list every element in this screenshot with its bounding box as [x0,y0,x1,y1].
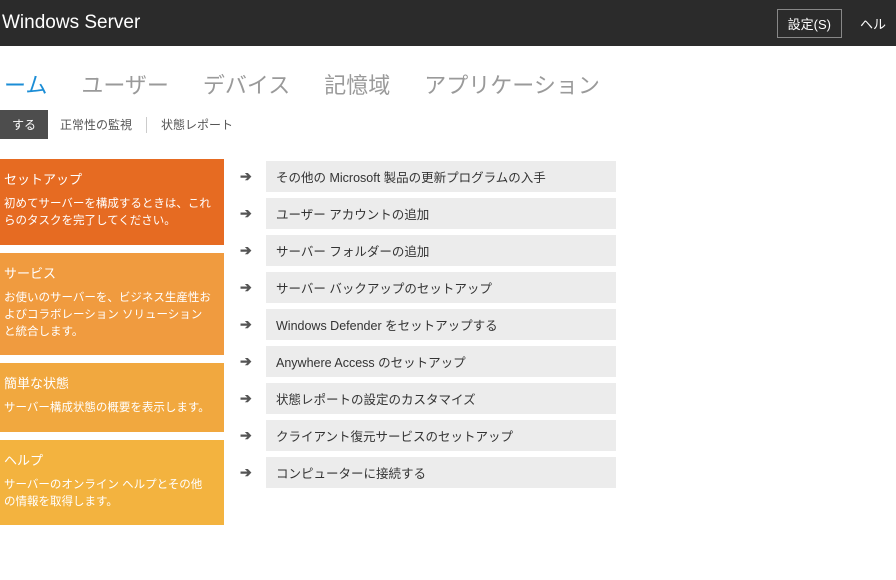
card-title: 簡単な状態 [4,373,212,392]
card-title: ヘルプ [4,450,212,469]
card-title: サービス [4,263,212,282]
task-list: ➔ その他の Microsoft 製品の更新プログラムの入手 ➔ ユーザー アカ… [240,159,896,525]
task-add-user[interactable]: ➔ ユーザー アカウントの追加 [240,198,616,229]
nav-tab-users[interactable]: ユーザー [81,68,169,100]
card-setup[interactable]: セットアップ 初めてサーバーを構成するときは、これらのタスクを完了してください。 [0,159,224,245]
task-setup-anywhere-access[interactable]: ➔ Anywhere Access のセットアップ [240,346,616,377]
content-area: セットアップ 初めてサーバーを構成するときは、これらのタスクを完了してください。… [0,159,896,525]
app-title: Windows Server [2,12,140,34]
nav-tab-home[interactable]: ーム [4,68,47,100]
arrow-right-icon: ➔ [240,168,256,185]
nav-tab-devices[interactable]: デバイス [203,68,290,100]
task-connect-computer[interactable]: ➔ コンピューターに接続する [240,457,616,488]
task-label: サーバー フォルダーの追加 [266,235,616,266]
subnav-item-setup[interactable]: する [0,110,48,139]
arrow-right-icon: ➔ [240,316,256,333]
settings-button[interactable]: 設定(S) [777,9,842,38]
task-customize-report[interactable]: ➔ 状態レポートの設定のカスタマイズ [240,383,616,414]
card-help[interactable]: ヘルプ サーバーのオンライン ヘルプとその他の情報を取得します。 [0,440,224,526]
task-label: Anywhere Access のセットアップ [266,346,616,377]
card-services[interactable]: サービス お使いのサーバーを、ビジネス生産性およびコラボレーション ソリューショ… [0,253,224,356]
card-desc: サーバーのオンライン ヘルプとその他の情報を取得します。 [4,477,212,512]
task-label: Windows Defender をセットアップする [266,309,616,340]
arrow-right-icon: ➔ [240,205,256,222]
titlebar: Windows Server 設定(S) ヘル [0,0,896,46]
subnav-divider [146,117,147,133]
nav-tab-storage[interactable]: 記憶域 [324,68,390,100]
subnav-item-health[interactable]: 正常性の監視 [48,110,144,139]
category-column: セットアップ 初めてサーバーを構成するときは、これらのタスクを完了してください。… [0,159,224,525]
card-status[interactable]: 簡単な状態 サーバー構成状態の概要を表示します。 [0,363,224,431]
task-setup-backup[interactable]: ➔ サーバー バックアップのセットアップ [240,272,616,303]
arrow-right-icon: ➔ [240,279,256,296]
subnav-item-report[interactable]: 状態レポート [149,110,245,139]
task-label: その他の Microsoft 製品の更新プログラムの入手 [266,161,616,192]
task-label: ユーザー アカウントの追加 [266,198,616,229]
task-setup-client-restore[interactable]: ➔ クライアント復元サービスのセットアップ [240,420,616,451]
card-desc: サーバー構成状態の概要を表示します。 [4,400,212,417]
main-nav: ーム ユーザー デバイス 記憶域 アプリケーション [0,46,896,110]
arrow-right-icon: ➔ [240,464,256,481]
task-setup-defender[interactable]: ➔ Windows Defender をセットアップする [240,309,616,340]
nav-tab-applications[interactable]: アプリケーション [424,68,600,100]
card-title: セットアップ [4,169,212,188]
task-label: 状態レポートの設定のカスタマイズ [266,383,616,414]
task-add-folder[interactable]: ➔ サーバー フォルダーの追加 [240,235,616,266]
titlebar-right: 設定(S) ヘル [777,9,886,38]
arrow-right-icon: ➔ [240,353,256,370]
task-label: コンピューターに接続する [266,457,616,488]
card-desc: 初めてサーバーを構成するときは、これらのタスクを完了してください。 [4,196,212,231]
task-get-updates[interactable]: ➔ その他の Microsoft 製品の更新プログラムの入手 [240,161,616,192]
arrow-right-icon: ➔ [240,242,256,259]
task-label: クライアント復元サービスのセットアップ [266,420,616,451]
help-link[interactable]: ヘル [860,14,886,33]
card-desc: お使いのサーバーを、ビジネス生産性およびコラボレーション ソリューションと統合し… [4,290,212,342]
sub-nav: する 正常性の監視 状態レポート [0,110,896,139]
task-label: サーバー バックアップのセットアップ [266,272,616,303]
arrow-right-icon: ➔ [240,427,256,444]
arrow-right-icon: ➔ [240,390,256,407]
